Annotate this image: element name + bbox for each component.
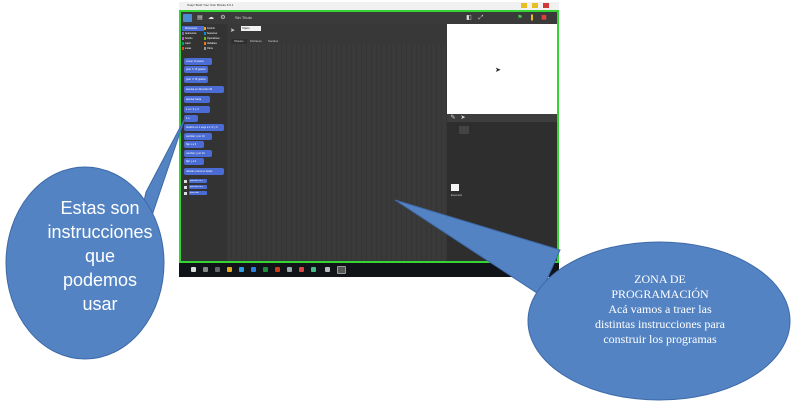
callout-line: PROGRAMACIÓN: [611, 287, 709, 301]
callout-line: usar: [82, 294, 118, 314]
callout-line: podemos: [62, 270, 138, 290]
callout-line: ZONA DE: [634, 272, 686, 286]
left-callout-text: Estas son instrucciones que podemos usar: [30, 196, 170, 316]
right-callout-text: ZONA DE PROGRAMACIÓN Acá vamos a traer l…: [560, 272, 760, 347]
right-callout-pointer: [394, 199, 561, 296]
callout-line: instrucciones: [47, 222, 153, 242]
callout-line: distintas instrucciones para: [595, 317, 725, 331]
slide-canvas: Snap! Build Your Own Blocks 6.6.1 ▤ ☁ ⚙ …: [0, 0, 791, 401]
callout-line: construir los programas: [603, 332, 717, 346]
callout-line: que: [84, 246, 116, 266]
callout-line: Estas son: [60, 198, 140, 218]
callout-line: Acá vamos a traer las: [608, 302, 712, 316]
